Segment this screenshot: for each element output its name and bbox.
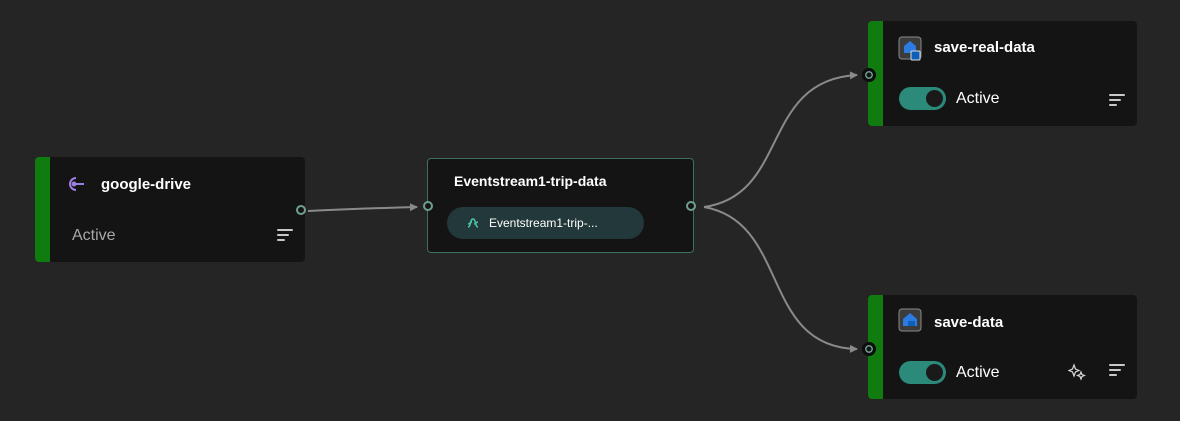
status-accent-bar [35, 157, 50, 262]
activation-toggle[interactable] [899, 361, 946, 384]
node-title: Eventstream1-trip-data [454, 173, 607, 189]
node-title: save-real-data [934, 39, 1035, 56]
source-node-google-drive[interactable]: google-drive Active [35, 157, 306, 262]
eventstream-canvas[interactable]: google-drive Active Eventstream1-trip-da… [0, 0, 1180, 421]
input-port[interactable] [862, 68, 876, 82]
eventstream-chip[interactable]: Eventstream1-trip-... [447, 207, 644, 239]
node-status: Active [956, 90, 1000, 107]
node-title: google-drive [101, 176, 192, 193]
activation-toggle[interactable] [899, 87, 946, 110]
link-stream-to-dest1 [703, 71, 858, 208]
eventstream-icon [465, 215, 481, 231]
eventstream-chip-label: Eventstream1-trip-... [489, 216, 598, 230]
destination-node-save-real-data[interactable]: save-real-data Active [862, 21, 1137, 126]
toggle-knob [926, 364, 943, 381]
link-source-to-stream [307, 203, 418, 212]
toggle-knob [926, 90, 943, 107]
input-port[interactable] [862, 342, 876, 356]
sparkle-icon[interactable] [1067, 363, 1087, 381]
output-port[interactable] [686, 201, 696, 211]
input-port[interactable] [423, 201, 433, 211]
node-menu-icon[interactable] [1109, 364, 1125, 378]
lakehouse-icon [898, 308, 922, 332]
link-stream-to-dest2 [703, 206, 858, 353]
node-status: Active [72, 227, 116, 244]
lakehouse-icon [898, 36, 922, 62]
node-menu-icon[interactable] [277, 229, 293, 243]
eventstream-node[interactable]: Eventstream1-trip-data Eventstream1-trip… [423, 158, 696, 253]
node-title: save-data [934, 314, 1004, 331]
node-menu-icon[interactable] [1109, 94, 1125, 108]
source-connector-icon [65, 174, 85, 194]
output-port[interactable] [296, 205, 306, 215]
node-status: Active [956, 364, 1000, 381]
destination-node-save-data[interactable]: save-data Active [862, 295, 1137, 399]
